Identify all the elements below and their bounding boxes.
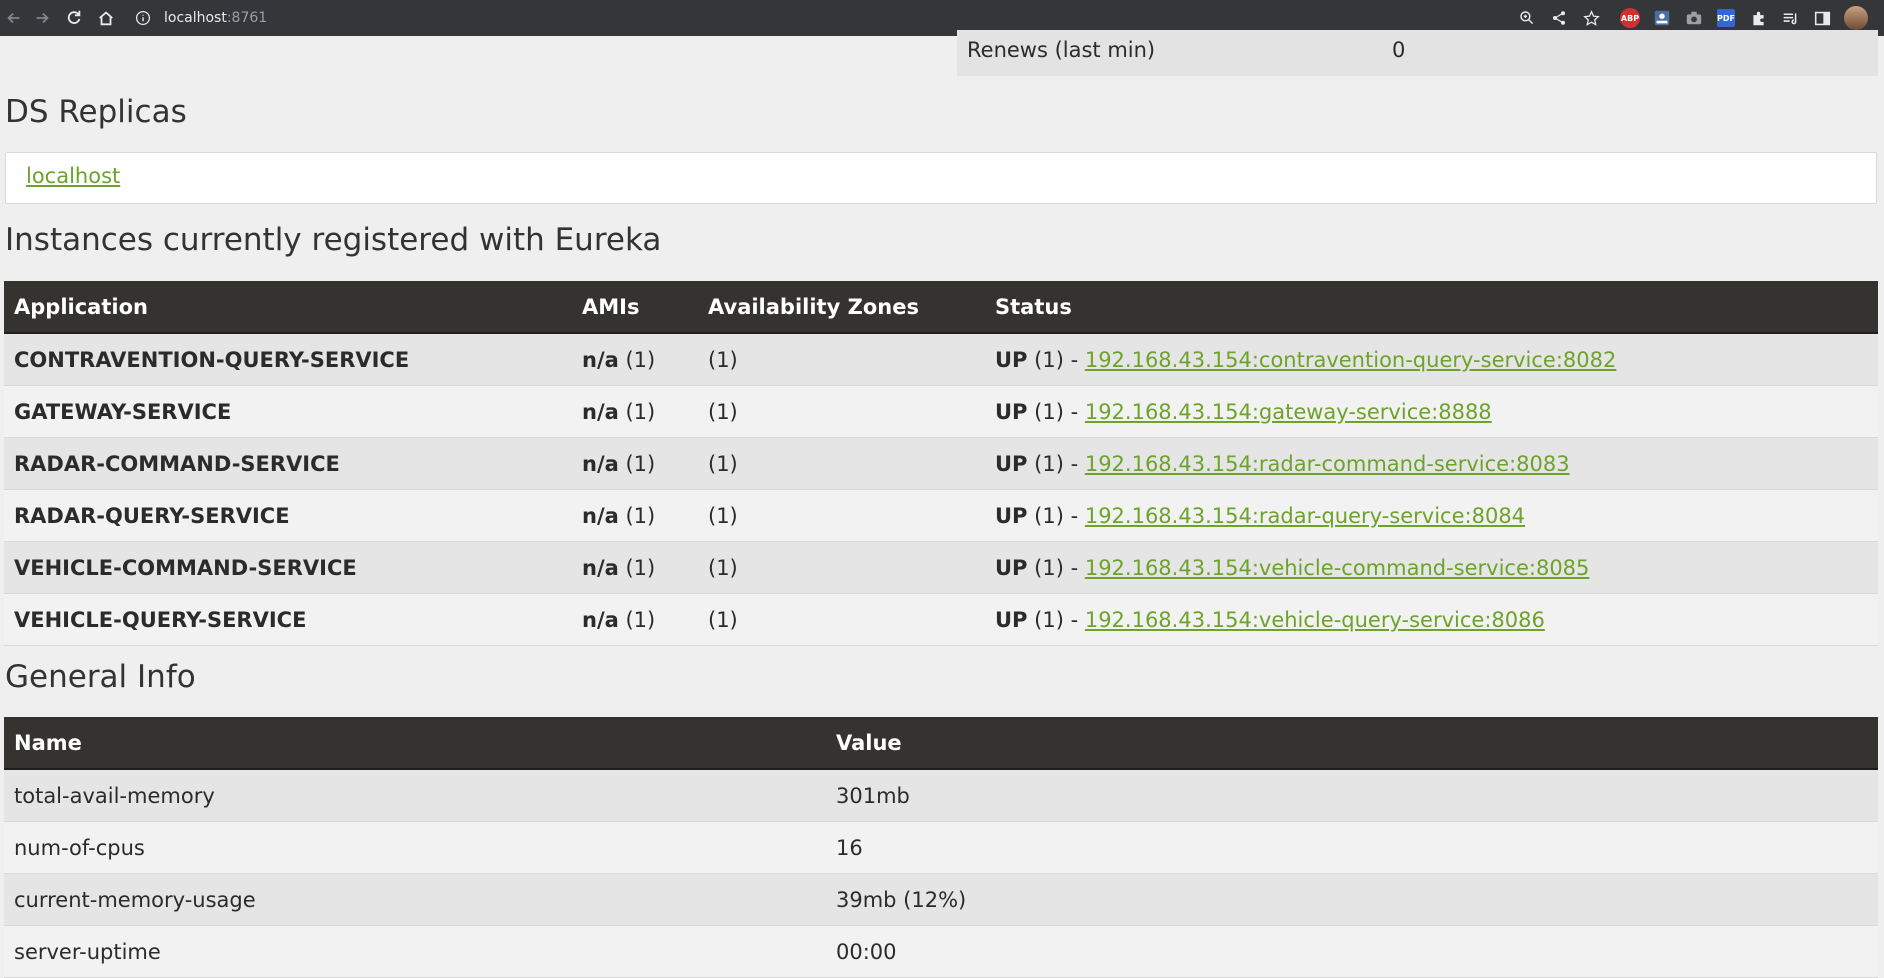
site-info-icon[interactable] [134, 9, 152, 27]
info-name: total-avail-memory [4, 769, 826, 822]
table-row: total-avail-memory 301mb [4, 769, 1878, 822]
ami-count: (1) [625, 347, 656, 372]
app-name: VEHICLE-COMMAND-SERVICE [14, 555, 357, 580]
ami-value: n/a [582, 451, 619, 476]
instances-header-row: Application AMIs Availability Zones Stat… [4, 281, 1878, 334]
info-name: server-uptime [4, 925, 826, 978]
general-info-header-row: Name Value [4, 717, 1878, 770]
status-value: UP [995, 347, 1028, 372]
zones-value: (1) [698, 437, 985, 490]
info-name: num-of-cpus [4, 821, 826, 874]
info-name: current-memory-usage [4, 873, 826, 926]
info-value: 16 [826, 821, 1878, 874]
status-count: (1) - [1034, 607, 1079, 632]
forward-icon[interactable] [28, 4, 56, 32]
instance-link[interactable]: 192.168.43.154:vehicle-query-service:808… [1085, 608, 1545, 632]
ami-value: n/a [582, 347, 619, 372]
instances-title: Instances currently registered with Eure… [5, 222, 662, 258]
status-count: (1) - [1034, 399, 1079, 424]
instance-link[interactable]: 192.168.43.154:radar-query-service:8084 [1085, 504, 1525, 528]
zoom-icon[interactable] [1516, 5, 1538, 31]
zones-value: (1) [698, 541, 985, 594]
ami-value: n/a [582, 555, 619, 580]
general-info-table: Name Value total-avail-memory 301mb num-… [4, 717, 1878, 978]
table-row: GATEWAY-SERVICE n/a (1) (1) UP (1) - 192… [4, 385, 1878, 438]
app-name: VEHICLE-QUERY-SERVICE [14, 607, 307, 632]
table-row: current-memory-usage 39mb (12%) [4, 873, 1878, 926]
col-amis: AMIs [572, 281, 698, 334]
replica-link[interactable]: localhost [26, 164, 120, 188]
adblock-icon[interactable]: ABP [1619, 5, 1641, 31]
instance-link[interactable]: 192.168.43.154:contravention-query-servi… [1085, 348, 1617, 372]
reload-icon[interactable] [60, 4, 88, 32]
side-panel-icon[interactable] [1811, 5, 1833, 31]
col-name: Name [4, 717, 826, 770]
zones-value: (1) [698, 385, 985, 438]
table-row: RADAR-COMMAND-SERVICE n/a (1) (1) UP (1)… [4, 437, 1878, 490]
zones-value: (1) [698, 333, 985, 386]
info-value: 39mb (12%) [826, 873, 1878, 926]
instance-link[interactable]: 192.168.43.154:vehicle-command-service:8… [1085, 556, 1590, 580]
reading-list-icon[interactable] [1779, 5, 1801, 31]
table-row: VEHICLE-QUERY-SERVICE n/a (1) (1) UP (1)… [4, 593, 1878, 646]
app-name: GATEWAY-SERVICE [14, 399, 232, 424]
ami-count: (1) [625, 399, 656, 424]
status-value: UP [995, 607, 1028, 632]
ami-value: n/a [582, 607, 619, 632]
general-info-title: General Info [5, 659, 196, 695]
ami-count: (1) [625, 451, 656, 476]
profile-avatar[interactable] [1843, 5, 1869, 31]
instances-table: Application AMIs Availability Zones Stat… [4, 281, 1878, 646]
pdf-extension-icon[interactable]: PDF [1715, 5, 1737, 31]
table-row: VEHICLE-COMMAND-SERVICE n/a (1) (1) UP (… [4, 541, 1878, 594]
table-row: RADAR-QUERY-SERVICE n/a (1) (1) UP (1) -… [4, 489, 1878, 542]
renews-label: Renews (last min) [967, 38, 1156, 62]
status-count: (1) - [1034, 347, 1079, 372]
download-extension-icon[interactable] [1651, 5, 1673, 31]
info-value: 301mb [826, 769, 1878, 822]
status-value: UP [995, 555, 1028, 580]
share-icon[interactable] [1548, 5, 1570, 31]
col-application: Application [4, 281, 572, 334]
ds-replicas-title: DS Replicas [5, 94, 187, 130]
instance-link[interactable]: 192.168.43.154:gateway-service:8888 [1085, 400, 1492, 424]
ami-value: n/a [582, 503, 619, 528]
status-value: UP [995, 451, 1028, 476]
table-row: num-of-cpus 16 [4, 821, 1878, 874]
info-value: 00:00 [826, 925, 1878, 978]
home-icon[interactable] [92, 4, 120, 32]
extensions-puzzle-icon[interactable] [1747, 5, 1769, 31]
table-row: CONTRAVENTION-QUERY-SERVICE n/a (1) (1) … [4, 333, 1878, 386]
app-name: RADAR-COMMAND-SERVICE [14, 451, 340, 476]
url-host: localhost [164, 10, 227, 26]
ami-value: n/a [582, 399, 619, 424]
col-availability-zones: Availability Zones [698, 281, 985, 334]
status-count: (1) - [1034, 503, 1079, 528]
ami-count: (1) [625, 607, 656, 632]
bookmark-star-icon[interactable] [1580, 5, 1602, 31]
back-icon[interactable] [0, 4, 28, 32]
renews-value: 0 [1392, 38, 1406, 62]
zones-value: (1) [698, 489, 985, 542]
app-name: CONTRAVENTION-QUERY-SERVICE [14, 347, 410, 372]
status-count: (1) - [1034, 555, 1079, 580]
camera-icon[interactable] [1683, 5, 1705, 31]
table-row: server-uptime 00:00 [4, 925, 1878, 978]
app-name: RADAR-QUERY-SERVICE [14, 503, 290, 528]
ami-count: (1) [625, 555, 656, 580]
col-status: Status [985, 281, 1878, 334]
status-count: (1) - [1034, 451, 1079, 476]
status-value: UP [995, 399, 1028, 424]
col-value: Value [826, 717, 1878, 770]
status-value: UP [995, 503, 1028, 528]
instance-link[interactable]: 192.168.43.154:radar-command-service:808… [1085, 452, 1570, 476]
ds-replicas-box: localhost [5, 152, 1877, 204]
renews-row: Renews (last min) 0 [957, 30, 1878, 76]
url-port: :8761 [226, 10, 268, 26]
address-bar[interactable]: localhost:8761 [134, 4, 1474, 32]
ami-count: (1) [625, 503, 656, 528]
zones-value: (1) [698, 593, 985, 646]
